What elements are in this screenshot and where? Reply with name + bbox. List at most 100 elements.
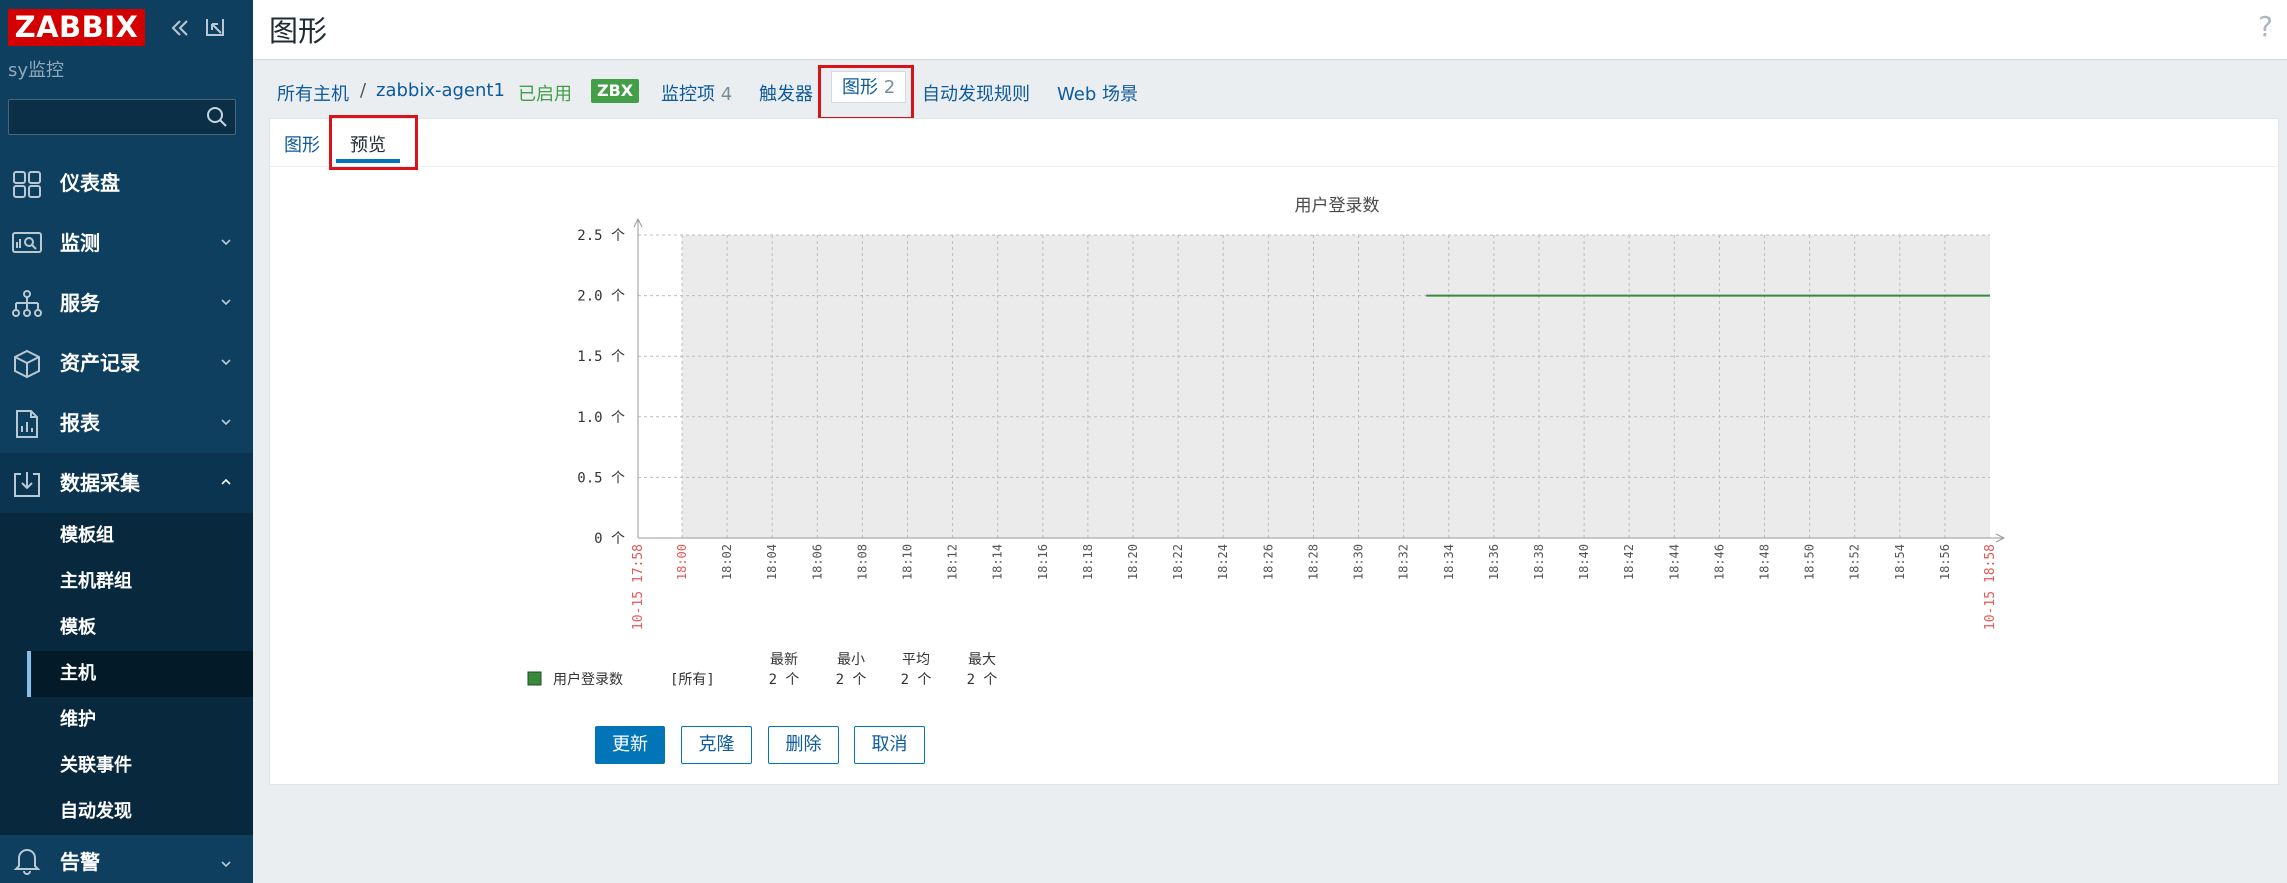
- legend-header: 平均: [902, 652, 930, 668]
- legend-header: 最新: [770, 652, 798, 668]
- legend-swatch: [527, 671, 542, 686]
- menu-reports[interactable]: 报表: [0, 393, 253, 453]
- y-tick-label: 0 个: [594, 531, 625, 547]
- legend-header: 最大: [968, 652, 996, 668]
- menu-label: 监测: [60, 231, 100, 255]
- chevron-down-icon: [221, 359, 231, 366]
- submenu-templates[interactable]: 模板: [27, 605, 253, 651]
- content-panel: 图形 预览 用户登录数 0 个 0.5 个 1.0 个 1.5 个 2.0 个 2.5 个1…: [269, 115, 2279, 785]
- collapse-sidebar-icon[interactable]: [168, 16, 192, 40]
- x-tick-label: 18:18: [1081, 544, 1095, 580]
- x-tick-label: 18:08: [855, 544, 869, 580]
- highlight-box: [818, 65, 914, 120]
- x-tick-label: 18:50: [1803, 544, 1817, 580]
- x-tick-label: 18:00: [675, 544, 689, 580]
- menu-alerts[interactable]: 告警: [0, 835, 253, 883]
- x-tick-label: 18:46: [1712, 544, 1726, 580]
- page-title: 图形: [269, 14, 328, 48]
- update-button[interactable]: 更新: [595, 726, 665, 764]
- legend-header: 最小: [837, 652, 865, 668]
- x-tick-label: 18:30: [1352, 544, 1366, 580]
- menu-label: 服务: [60, 291, 100, 315]
- submenu-hosts[interactable]: 主机: [27, 651, 253, 697]
- submenu-discovery[interactable]: 自动发现: [27, 789, 253, 835]
- graph-preview-chart: 用户登录数 0 个 0.5 个 1.0 个 1.5 个 2.0 个 2.5 个 18:00 18…: [527, 196, 2006, 688]
- logo-row: ZABBIX: [0, 0, 253, 56]
- menu-label: 资产记录: [60, 351, 140, 375]
- zbx-availability-badge: ZBX: [591, 79, 640, 103]
- nav-items-label: 监控项: [661, 84, 715, 105]
- plot-area: [682, 235, 1990, 538]
- nav-triggers[interactable]: 触发器: [759, 80, 813, 106]
- reports-icon: [16, 410, 38, 438]
- legend-series-name: 用户登录数: [553, 671, 623, 688]
- data-collection-icon: [14, 472, 40, 497]
- submenu-host-groups[interactable]: 主机群组: [27, 559, 253, 605]
- x-tick-label: 18:02: [720, 544, 734, 580]
- submenu-event-correlation[interactable]: 关联事件: [27, 743, 253, 789]
- y-tick-label: 2.0 个: [577, 289, 625, 305]
- menu-monitoring[interactable]: 监测: [0, 213, 253, 273]
- legend-function: [所有]: [670, 672, 715, 688]
- x-tick-label: 18:36: [1487, 544, 1501, 580]
- breadcrumb-separator: /: [360, 80, 367, 101]
- kiosk-mode-icon[interactable]: [203, 15, 227, 39]
- chevron-down-icon: [221, 861, 231, 868]
- data-collection-submenu: 模板组 主机群组 模板 主机 维护 关联事件 自动发现: [0, 513, 253, 835]
- chart-title: 用户登录数: [1295, 196, 1380, 216]
- chevron-down-icon: [221, 299, 231, 306]
- menu-inventory[interactable]: 资产记录: [0, 333, 253, 393]
- x-tick-label: 18:16: [1036, 544, 1050, 580]
- submenu-maintenance[interactable]: 维护: [27, 697, 253, 743]
- menu-data-collection[interactable]: 数据采集: [0, 453, 253, 513]
- menu-services[interactable]: 服务: [0, 273, 253, 333]
- legend-value: 2 个: [967, 672, 998, 688]
- x-tick-label: 18:06: [810, 544, 824, 580]
- nav-web-scenarios[interactable]: Web 场景: [1057, 80, 1138, 106]
- x-tick-label: 18:12: [946, 544, 960, 580]
- x-tick-label: 18:32: [1397, 544, 1411, 580]
- chevron-down-icon: [221, 239, 231, 246]
- menu-label: 仪表盘: [60, 171, 120, 195]
- breadcrumb-all-hosts[interactable]: 所有主机: [277, 80, 349, 106]
- cancel-button[interactable]: 取消: [854, 726, 925, 764]
- clone-button[interactable]: 克隆: [681, 726, 752, 764]
- x-tick-label: 18:52: [1848, 544, 1862, 580]
- nav-discovery-rules[interactable]: 自动发现规则: [922, 80, 1030, 106]
- help-icon[interactable]: ?: [2258, 10, 2273, 43]
- sidebar-search-input[interactable]: [8, 99, 236, 135]
- breadcrumb-host[interactable]: zabbix-agent1: [376, 80, 505, 101]
- services-icon: [12, 290, 42, 317]
- zabbix-logo[interactable]: ZABBIX: [8, 9, 145, 46]
- host-navigation: 所有主机 / zabbix-agent1 已启用 ZBX 监控项 4 触发器 图…: [253, 60, 2287, 120]
- x-end-label: 10-15 18:58: [1983, 544, 1998, 630]
- submenu-template-groups[interactable]: 模板组: [27, 513, 253, 559]
- host-status-enabled[interactable]: 已启用: [518, 80, 572, 106]
- y-tick-label: 1.0 个: [577, 410, 625, 426]
- y-tick-label: 0.5 个: [577, 470, 625, 486]
- search-icon[interactable]: [205, 105, 229, 129]
- x-tick-label: 18:10: [901, 544, 915, 580]
- x-tick-label: 18:38: [1532, 544, 1546, 580]
- x-tick-label: 18:40: [1577, 544, 1591, 580]
- menu-dashboard[interactable]: 仪表盘: [0, 153, 253, 213]
- x-tick-label: 18:22: [1171, 544, 1185, 580]
- x-start-label: 10-15 17:58: [631, 544, 646, 630]
- alerts-icon: [13, 849, 41, 875]
- chevron-down-icon: [221, 419, 231, 426]
- legend-value: 2 个: [836, 672, 867, 688]
- y-tick-label: 1.5 个: [577, 349, 625, 365]
- y-tick-label: 2.5 个: [577, 228, 625, 244]
- x-tick-label: 18:20: [1126, 544, 1140, 580]
- server-name: sy监控: [8, 60, 65, 81]
- page-header: 图形 ?: [253, 0, 2287, 60]
- menu-label: 报表: [60, 411, 100, 435]
- delete-button[interactable]: 删除: [768, 726, 839, 764]
- x-tick-label: 18:56: [1938, 544, 1952, 580]
- dashboard-icon: [13, 171, 41, 198]
- nav-items[interactable]: 监控项 4: [661, 80, 732, 106]
- inventory-icon: [14, 349, 40, 379]
- x-tick-label: 18:04: [765, 544, 779, 580]
- nav-items-count: 4: [720, 84, 733, 105]
- menu-label: 数据采集: [60, 471, 140, 495]
